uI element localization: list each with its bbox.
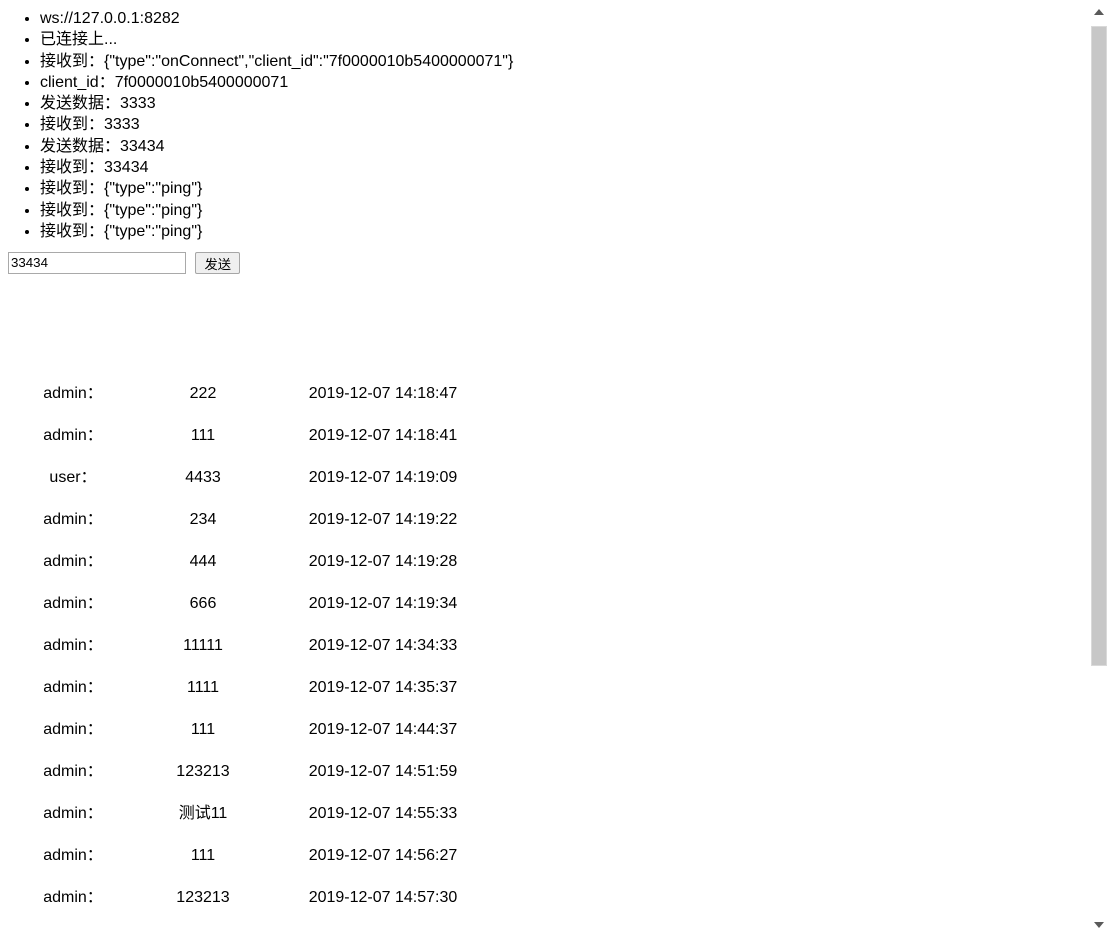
message-body: 234 [189, 511, 217, 529]
message-sender: admin： [43, 847, 103, 865]
message-sender: admin： [43, 553, 103, 571]
message-timestamp: 2019-12-07 14:51:59 [308, 763, 458, 781]
chat-message-row: admin： 111 2019-12-07 14:44:37 [0, 709, 1085, 751]
message-body: 测试11 [178, 805, 228, 823]
chat-message-row: admin： 444 2019-12-07 14:19:28 [0, 541, 1085, 583]
websocket-log-list: ws://127.0.0.1:8282已连接上...接收到：{"type":"o… [0, 0, 1085, 242]
scroll-down-button[interactable] [1090, 916, 1108, 934]
message-body: 222 [189, 385, 217, 403]
chat-message-row: admin： 1111 2019-12-07 14:35:37 [0, 667, 1085, 709]
message-sender: admin： [43, 889, 103, 907]
message-timestamp: 2019-12-07 14:19:09 [308, 469, 458, 487]
send-message-form: 发送 [8, 252, 1085, 276]
log-item: 发送数据：3333 [40, 93, 1085, 114]
message-timestamp: 2019-12-07 14:34:33 [308, 637, 458, 655]
message-sender: admin： [43, 427, 103, 445]
chat-message-row: admin： 11111 2019-12-07 14:34:33 [0, 625, 1085, 667]
send-button[interactable]: 发送 [195, 252, 241, 275]
vertical-scrollbar[interactable] [1085, 0, 1114, 937]
message-body: 4433 [185, 469, 221, 487]
message-sender: admin： [43, 385, 103, 403]
message-body: 444 [189, 553, 217, 571]
message-timestamp: 2019-12-07 14:35:37 [308, 679, 458, 697]
scrollbar-thumb[interactable] [1091, 26, 1107, 666]
chat-message-row: admin： 666 2019-12-07 14:19:34 [0, 583, 1085, 625]
scroll-up-button[interactable] [1090, 3, 1108, 21]
message-body: 111 [190, 847, 216, 865]
log-item: client_id：7f0000010b5400000071 [40, 72, 1085, 93]
message-body: 123213 [176, 889, 230, 907]
log-item: ws://127.0.0.1:8282 [40, 8, 1085, 29]
message-timestamp: 2019-12-07 14:19:34 [308, 595, 458, 613]
message-body: 11111 [183, 637, 223, 655]
message-timestamp: 2019-12-07 14:44:37 [308, 721, 458, 739]
message-timestamp: 2019-12-07 14:57:30 [308, 889, 458, 907]
chat-message-row: admin： 222 2019-12-07 14:18:47 [0, 373, 1085, 415]
log-item: 接收到：{"type":"ping"} [40, 178, 1085, 199]
message-body: 1111 [186, 679, 220, 697]
message-body: 123213 [176, 763, 230, 781]
log-item: 接收到：33434 [40, 157, 1085, 178]
triangle-down-icon [1094, 922, 1104, 928]
chat-message-row: admin： 123213 2019-12-07 14:51:59 [0, 751, 1085, 793]
log-item: 发送数据：33434 [40, 136, 1085, 157]
chat-message-row: admin： 234 2019-12-07 14:19:22 [0, 499, 1085, 541]
chat-message-row: admin： 111 2019-12-07 14:56:27 [0, 835, 1085, 877]
chat-message-row: admin： 123213 2019-12-07 14:57:30 [0, 877, 1085, 919]
message-timestamp: 2019-12-07 14:55:33 [308, 805, 458, 823]
message-sender: admin： [43, 805, 103, 823]
message-timestamp: 2019-12-07 14:19:28 [308, 553, 458, 571]
message-body: 111 [190, 721, 216, 739]
message-sender: admin： [43, 637, 103, 655]
browser-page-viewport: ws://127.0.0.1:8282已连接上...接收到：{"type":"o… [0, 0, 1114, 937]
message-sender: admin： [43, 763, 103, 781]
triangle-up-icon [1094, 9, 1104, 15]
log-item: 接收到：{"type":"ping"} [40, 200, 1085, 221]
message-timestamp: 2019-12-07 14:19:22 [308, 511, 458, 529]
message-timestamp: 2019-12-07 14:18:41 [308, 427, 458, 445]
message-input[interactable] [8, 252, 186, 275]
chat-message-row: admin： 测试11 2019-12-07 14:55:33 [0, 793, 1085, 835]
log-item: 接收到：3333 [40, 114, 1085, 135]
message-body: 111 [190, 427, 216, 445]
log-item: 接收到：{"type":"onConnect","client_id":"7f0… [40, 51, 1085, 72]
message-sender: admin： [43, 595, 103, 613]
chat-message-row: user： 4433 2019-12-07 14:19:09 [0, 457, 1085, 499]
message-body: 666 [189, 595, 217, 613]
message-sender: user： [49, 469, 97, 487]
message-sender: admin： [43, 679, 103, 697]
chat-message-list: admin： 222 2019-12-07 14:18:47 admin： 111 201… [0, 373, 1085, 919]
message-timestamp: 2019-12-07 14:56:27 [308, 847, 458, 865]
log-item: 已连接上... [40, 29, 1085, 50]
log-item: 接收到：{"type":"ping"} [40, 221, 1085, 242]
page-content-area: ws://127.0.0.1:8282已连接上...接收到：{"type":"o… [0, 0, 1086, 937]
message-sender: admin： [43, 721, 103, 739]
message-sender: admin： [43, 511, 103, 529]
message-timestamp: 2019-12-07 14:18:47 [308, 385, 458, 403]
chat-message-row: admin： 111 2019-12-07 14:18:41 [0, 415, 1085, 457]
